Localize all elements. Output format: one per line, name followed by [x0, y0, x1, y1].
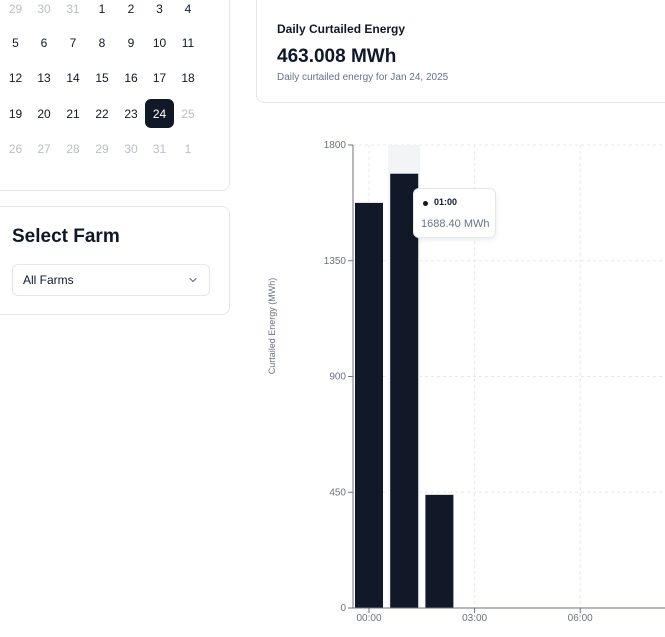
tooltip-series-dot [423, 201, 428, 206]
y-tick-label: 0 [340, 603, 346, 614]
x-tick-label: 00:00 [356, 613, 381, 624]
curtailment-bar-chart: 0 450 900 1350 1800 00:00 03:00 06:00 Curtailed … [267, 140, 665, 624]
tooltip-value: 1688.40 MWh [421, 218, 490, 230]
bar [390, 173, 419, 608]
bar [355, 202, 383, 608]
y-tick-label: 900 [329, 372, 346, 383]
y-tick-label: 1350 [324, 256, 347, 267]
app-root: 29 30 31 1 2 3 4 5 6 7 8 9 10 11 12 13 14 15 16 17 18 19 20 21 2… [0, 0, 665, 637]
x-tick-label: 03:00 [462, 613, 487, 624]
bar [425, 494, 454, 608]
tooltip-time: 01:00 [434, 197, 458, 207]
y-axis-title: Curtailed Energy (MWh) [267, 278, 277, 375]
y-tick-label: 450 [329, 487, 346, 498]
y-tick-label: 1800 [324, 140, 347, 151]
chart-tooltip: 01:00 1688.40 MWh [413, 188, 496, 238]
x-tick-label: 06:00 [568, 613, 593, 624]
